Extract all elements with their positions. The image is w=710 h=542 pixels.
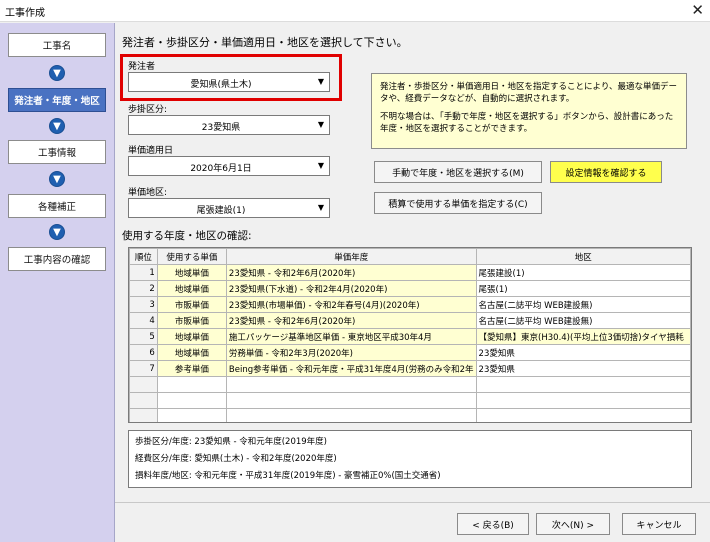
- region-label: 単価地区:: [128, 188, 168, 198]
- info-text-1: 発注者・歩掛区分・単価適用日・地区を指定することにより、最適な単価データや、経費…: [380, 82, 677, 104]
- table-header-row: 順位 使用する単価 単価年度 地区: [129, 248, 691, 265]
- row-price-type: 地域単価: [156, 280, 227, 297]
- row-price-type: 地域単価: [156, 344, 227, 361]
- row-rank: 1: [129, 264, 158, 281]
- table-row[interactable]: 4 市販単価 23愛知県 - 令和2年6月(2020年) 名古屋(二誌平均 WE…: [129, 312, 691, 329]
- window-title: 工事作成: [5, 8, 45, 19]
- row-rank: 2: [129, 280, 158, 297]
- empty-row: [129, 408, 691, 422]
- row-region: 23愛知県: [475, 360, 691, 377]
- column-header: 使用する単価: [156, 248, 227, 265]
- step-project-name[interactable]: 工事名: [8, 33, 106, 57]
- table-row[interactable]: 7 参考単価 Being参考単価 - 令和元年度・平成31年度4月(労務のみ令和…: [129, 360, 691, 377]
- orderer-highlight-box: [120, 54, 342, 101]
- cancel-button[interactable]: キャンセル: [622, 513, 696, 535]
- empty-row: [129, 376, 691, 393]
- row-region: 23愛知県: [475, 344, 691, 361]
- category-value: 23愛知県: [201, 123, 241, 133]
- row-region: 尾張建設(1): [475, 264, 691, 281]
- table-row[interactable]: 6 地域単価 労務単価 - 令和2年3月(2020年) 23愛知県: [129, 344, 691, 361]
- chevron-down-icon: ▼: [317, 203, 325, 212]
- row-price-type: 参考単価: [156, 360, 227, 377]
- summary-line-depreciation: 損料年度/地区: 令和元年度・平成31年度(2019年度) - 豪雪補正0%(国…: [135, 471, 441, 481]
- row-price-year: 施工パッケージ基準地区単価 - 東京地区平成30年4月: [225, 328, 477, 345]
- row-region: 名古屋(二誌平均 WEB建設無): [475, 312, 691, 329]
- arrow-down-icon: ▼: [49, 224, 65, 240]
- title-bar: 工事作成 ✕: [0, 0, 710, 22]
- info-box: 発注者・歩掛区分・単価適用日・地区を指定することにより、最適な単価データや、経費…: [371, 73, 687, 149]
- back-button[interactable]: < 戻る(B): [457, 513, 529, 535]
- row-rank: 6: [129, 344, 158, 361]
- instruction-text: 発注者・歩掛区分・単価適用日・地区を選択して下さい。: [122, 36, 408, 49]
- row-price-type: 地域単価: [156, 264, 227, 281]
- step-project-info[interactable]: 工事情報: [8, 140, 106, 164]
- confirm-settings-button[interactable]: 設定情報を確認する: [550, 161, 662, 183]
- row-rank: 3: [129, 296, 158, 313]
- row-region: 尾張(1): [475, 280, 691, 297]
- footer-divider: [115, 502, 710, 503]
- row-price-type: 市販単価: [156, 312, 227, 329]
- row-price-type: 地域単価: [156, 328, 227, 345]
- date-select[interactable]: 2020年6月1日 ▼: [128, 156, 330, 176]
- step-adjustments[interactable]: 各種補正: [8, 194, 106, 218]
- chevron-down-icon: ▼: [317, 161, 325, 170]
- step-orderer-year-region[interactable]: 発注者・年度・地区: [8, 88, 106, 112]
- row-price-year: 労務単価 - 令和2年3月(2020年): [225, 344, 477, 361]
- category-label: 歩掛区分:: [128, 105, 168, 115]
- row-price-type: 市販単価: [156, 296, 227, 313]
- region-value: 尾張建設(1): [196, 206, 246, 216]
- table-row[interactable]: 3 市販単価 23愛知県(市場単価) - 令和2年春号(4月)(2020年) 名…: [129, 296, 691, 313]
- date-value: 2020年6月1日: [190, 164, 252, 174]
- next-button[interactable]: 次へ(N) >: [536, 513, 610, 535]
- chevron-down-icon: ▼: [317, 120, 325, 129]
- column-header: 順位: [129, 248, 158, 265]
- row-price-year: 23愛知県 - 令和2年6月(2020年): [225, 312, 477, 329]
- wizard-sidebar: 工事名 ▼ 発注者・年度・地区 ▼ 工事情報 ▼ 各種補正 ▼ 工事内容の確認: [0, 23, 115, 542]
- row-price-year: 23愛知県 - 令和2年6月(2020年): [225, 264, 477, 281]
- column-header: 地区: [475, 248, 691, 265]
- row-rank: 7: [129, 360, 158, 377]
- row-rank: 5: [129, 328, 158, 345]
- arrow-down-icon: ▼: [49, 118, 65, 134]
- row-region: 名古屋(二誌平均 WEB建設無): [475, 296, 691, 313]
- step-confirm-contents[interactable]: 工事内容の確認: [8, 247, 106, 271]
- arrow-down-icon: ▼: [49, 65, 65, 81]
- table-row[interactable]: 2 地域単価 23愛知県(下水道) - 令和2年4月(2020年) 尾張(1): [129, 280, 691, 297]
- info-text-2: 不明な場合は、「手動で年度・地区を選択する」ボタンから、設計書にあった年度・地区…: [380, 112, 674, 134]
- row-price-year: Being参考単価 - 令和元年度・平成31年度4月(労務のみ令和2年: [225, 360, 477, 377]
- summary-line-expense: 経費区分/年度: 愛知県(土木) - 令和2年度(2020年度): [135, 454, 337, 464]
- row-price-year: 23愛知県(市場単価) - 令和2年春号(4月)(2020年): [225, 296, 477, 313]
- arrow-down-icon: ▼: [49, 171, 65, 187]
- row-rank: 4: [129, 312, 158, 329]
- row-price-year: 23愛知県(下水道) - 令和2年4月(2020年): [225, 280, 477, 297]
- specify-unit-price-button[interactable]: 積算で使用する単価を指定する(C): [374, 192, 542, 214]
- manual-select-button[interactable]: 手動で年度・地区を選択する(M): [374, 161, 542, 183]
- summary-line-category: 歩掛区分/年度: 23愛知県 - 令和元年度(2019年度): [135, 437, 327, 447]
- table-row[interactable]: 5 地域単価 施工パッケージ基準地区単価 - 東京地区平成30年4月 【愛知県】…: [129, 328, 691, 345]
- empty-row: [129, 392, 691, 409]
- table-row[interactable]: 1 地域単価 23愛知県 - 令和2年6月(2020年) 尾張建設(1): [129, 264, 691, 281]
- region-select[interactable]: 尾張建設(1) ▼: [128, 198, 330, 218]
- column-header: 単価年度: [225, 248, 477, 265]
- price-table[interactable]: 順位 使用する単価 単価年度 地区 1 地域単価 23愛知県 - 令和2年6月(…: [128, 247, 692, 423]
- date-label: 単価適用日: [128, 146, 174, 156]
- close-icon[interactable]: ✕: [691, 1, 704, 19]
- table-title: 使用する年度・地区の確認:: [122, 230, 252, 242]
- row-region: 【愛知県】東京(H30.4)(平均上位3価切捨)タイヤ損耗: [475, 328, 691, 345]
- settings-summary: 歩掛区分/年度: 23愛知県 - 令和元年度(2019年度) 経費区分/年度: …: [128, 430, 692, 488]
- category-select[interactable]: 23愛知県 ▼: [128, 115, 330, 135]
